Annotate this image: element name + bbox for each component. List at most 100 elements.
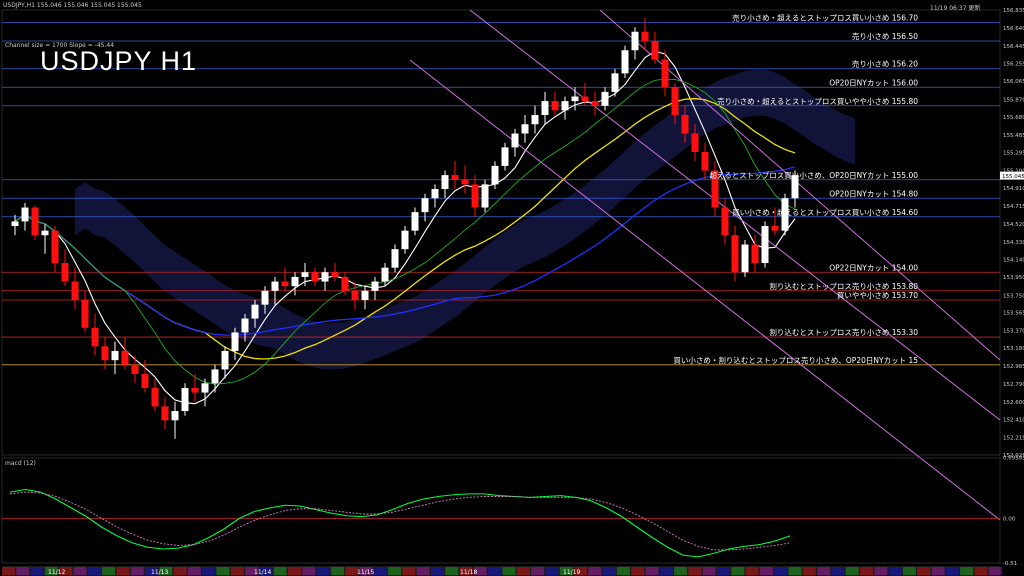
candle-body — [41, 230, 49, 236]
candle-body — [391, 249, 399, 268]
session-segment — [602, 567, 616, 575]
candle-body — [51, 230, 59, 264]
candle-body — [161, 406, 169, 421]
session-segment — [745, 567, 759, 575]
price-level-label: 割り込むとストップロス売り小さめ 153.80 — [769, 281, 918, 291]
session-segment — [273, 567, 287, 575]
time-tick-label: 11/19 — [563, 569, 580, 576]
candle-body — [511, 133, 519, 148]
candle-body — [131, 364, 139, 375]
candle-body — [701, 152, 709, 171]
session-segment — [616, 567, 630, 575]
macd-series-line — [9, 491, 791, 551]
session-segment — [445, 567, 459, 575]
session-segment — [802, 567, 816, 575]
candle-body — [171, 411, 179, 421]
candle-body — [201, 383, 209, 393]
price-tick-label: 153.565 — [1003, 311, 1024, 317]
price-level-label: 売り小さめ 156.50 — [852, 31, 918, 41]
session-segment — [874, 567, 888, 575]
candle-body — [241, 318, 249, 333]
macd-panel: macd (12) 0.69585 0.00 -0.51 — [1, 455, 1024, 567]
session-segment — [216, 567, 230, 575]
candle-body — [631, 31, 639, 51]
price-level-label: OP22日NYカット 154.00 — [829, 263, 918, 272]
candle-body — [661, 59, 669, 88]
session-segment — [488, 567, 502, 575]
channel-line — [599, 9, 1001, 361]
candle-body — [611, 73, 619, 92]
datetime-label: 11/19 06:37 更新 — [930, 5, 981, 12]
price-tick-label: 153.370 — [1003, 329, 1024, 335]
candle-body — [221, 350, 229, 370]
session-segment — [688, 567, 702, 575]
candle-body — [61, 263, 69, 282]
ichimoku-cloud — [75, 69, 855, 370]
candle-body — [561, 101, 569, 111]
time-tick-label: 11/15 — [357, 569, 374, 576]
session-segment — [130, 567, 144, 575]
chart-title: USDJPY H1 — [40, 46, 198, 76]
candle-body — [191, 387, 199, 393]
candle-body — [761, 226, 769, 264]
session-segment — [860, 567, 873, 575]
candle-body — [411, 212, 419, 231]
session-segment — [302, 567, 316, 575]
candle-body — [81, 300, 89, 328]
candle-body — [461, 179, 469, 185]
macd-title: macd (12) — [5, 460, 36, 467]
candle-body — [471, 184, 479, 208]
session-segment — [831, 567, 845, 575]
price-tick-label: 153.180 — [1003, 346, 1024, 352]
candle-body — [281, 281, 289, 287]
price-level-label: 売り小さめ・超えるとストップロス買いやや小さめ 155.80 — [717, 96, 918, 106]
candle-body — [731, 235, 739, 273]
candle-body — [621, 50, 629, 74]
candle-body — [381, 267, 389, 282]
candle-body — [721, 207, 729, 236]
session-segment — [388, 567, 402, 575]
macd-tick-label: -0.51 — [1003, 561, 1017, 567]
session-segment — [73, 567, 87, 575]
session-segment — [817, 567, 831, 575]
candle-body — [301, 272, 309, 277]
session-segment — [902, 567, 916, 575]
session-segment — [888, 567, 902, 575]
candle-body — [401, 230, 409, 250]
candle-body — [151, 387, 159, 407]
candle-body — [681, 115, 689, 134]
price-tick-label: 155.295 — [1003, 150, 1024, 156]
candle-body — [421, 198, 429, 213]
session-segment — [631, 567, 645, 575]
session-segment — [402, 567, 416, 575]
candle-body — [481, 184, 489, 208]
price-tick-label: 153.950 — [1003, 275, 1024, 281]
current-price-label: 155.045 — [1002, 174, 1024, 180]
time-tick-label: 11/18 — [460, 569, 477, 576]
candle-body — [581, 96, 589, 102]
candle-body — [541, 101, 549, 116]
candle-body — [591, 101, 599, 106]
session-segment — [645, 567, 659, 575]
candle-body — [431, 189, 439, 199]
session-segment — [230, 567, 244, 575]
session-segment — [674, 567, 688, 575]
price-tick-label: 152.600 — [1003, 400, 1024, 406]
session-segment — [931, 567, 945, 575]
candle-body — [571, 96, 579, 102]
session-segment — [502, 567, 516, 575]
session-segment — [531, 567, 545, 575]
macd-tick-label: 0.00 — [1003, 516, 1016, 522]
candle-body — [691, 133, 699, 153]
session-segment — [30, 567, 44, 575]
session-segment — [917, 567, 931, 575]
candle-body — [141, 374, 149, 388]
candle-body — [771, 226, 779, 231]
candle-body — [261, 290, 269, 305]
candle-body — [331, 272, 339, 277]
candle-body — [521, 124, 529, 134]
session-segment — [717, 567, 730, 575]
time-axis: 11/12 11/13 11/14 11/15 11/18 11/19 — [2, 566, 1002, 576]
price-tick-label: 155.485 — [1003, 133, 1024, 139]
price-tick-label: 155.870 — [1003, 97, 1024, 103]
